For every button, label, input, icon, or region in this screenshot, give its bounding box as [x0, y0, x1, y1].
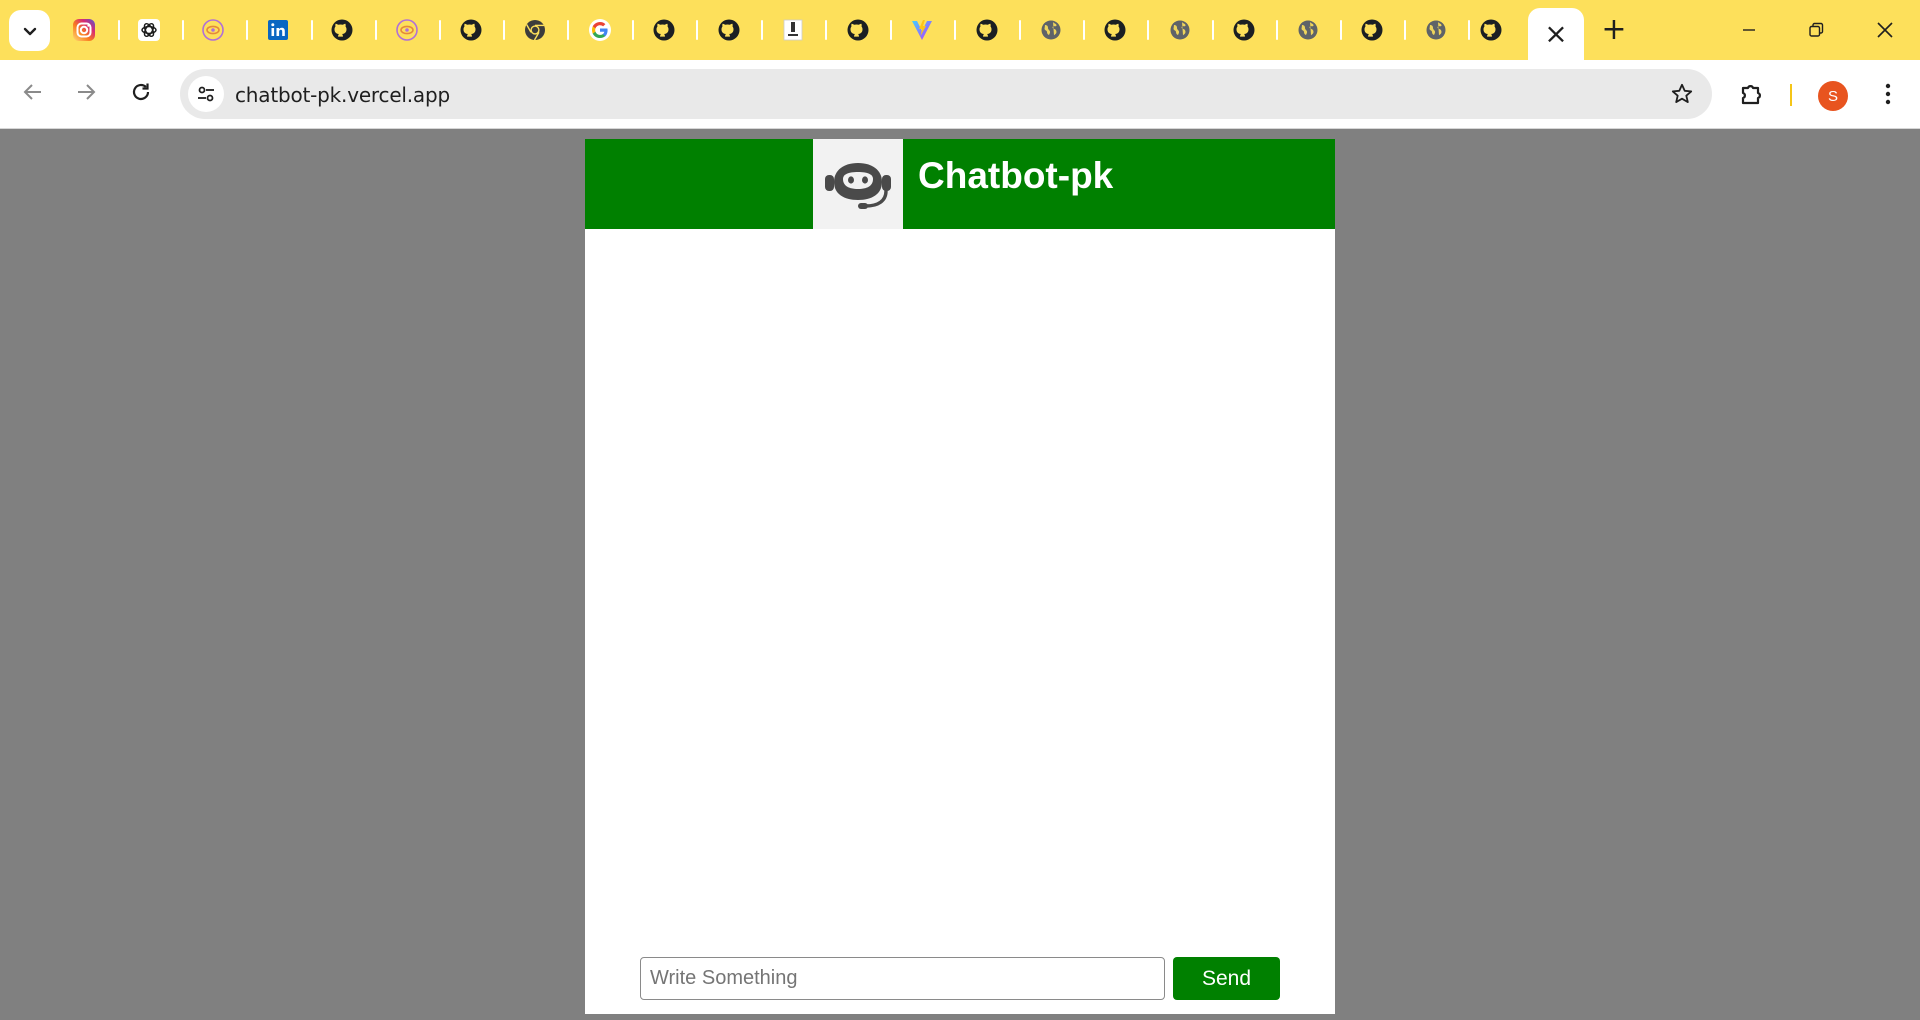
tab-instagram[interactable] — [52, 10, 115, 50]
bot-logo — [813, 139, 903, 229]
robot-headset-icon — [825, 163, 891, 209]
new-tab-button[interactable]: + — [1596, 12, 1632, 48]
tab-github[interactable] — [310, 10, 373, 50]
linkedin-icon — [267, 20, 288, 40]
github-icon — [460, 19, 481, 41]
github-icon — [1233, 19, 1254, 41]
tab-purple-eye[interactable] — [375, 10, 438, 50]
globe-icon — [1426, 20, 1445, 40]
close-window-button[interactable] — [1862, 8, 1908, 52]
tab-document[interactable] — [761, 10, 824, 50]
tab-vite[interactable] — [890, 10, 953, 50]
tab-github[interactable] — [1083, 10, 1146, 50]
globe-icon — [1041, 20, 1060, 40]
tab-active-chatbot[interactable]: × — [1528, 8, 1584, 60]
tab-globe[interactable] — [1148, 10, 1211, 50]
browser-menu-button[interactable] — [1870, 76, 1906, 112]
vite-icon — [911, 20, 932, 40]
back-arrow-icon — [23, 84, 41, 100]
google-icon — [588, 19, 611, 41]
tab-purple-eye[interactable] — [181, 10, 244, 50]
chat-messages-area[interactable] — [585, 229, 1335, 929]
bookmark-button[interactable] — [1666, 78, 1698, 110]
forward-arrow-icon — [78, 84, 96, 100]
github-icon — [653, 19, 674, 41]
kebab-menu-icon — [1885, 83, 1891, 105]
minimize-button[interactable] — [1726, 8, 1772, 52]
tab-github[interactable] — [697, 10, 760, 50]
restore-icon — [1809, 22, 1824, 37]
globe-icon — [1298, 20, 1317, 40]
browser-toolbar: chatbot-pk.vercel.app S — [0, 60, 1920, 129]
document-icon — [783, 19, 802, 41]
reload-button[interactable] — [121, 72, 161, 112]
plus-icon: + — [1601, 12, 1627, 47]
close-icon — [1877, 22, 1893, 38]
chat-header: Chatbot-pk — [585, 139, 1335, 229]
restore-button[interactable] — [1793, 8, 1839, 52]
globe-icon — [1170, 20, 1189, 40]
message-input[interactable] — [640, 957, 1165, 1000]
reload-icon — [132, 83, 150, 101]
url-text[interactable]: chatbot-pk.vercel.app — [235, 83, 450, 107]
tab-globe[interactable] — [1019, 10, 1082, 50]
instagram-icon — [72, 19, 95, 41]
tab-github[interactable] — [826, 10, 889, 50]
send-button[interactable]: Send — [1173, 957, 1280, 1000]
tab-github[interactable] — [439, 10, 502, 50]
purple-eye-icon — [201, 19, 224, 41]
tab-github[interactable] — [1212, 10, 1275, 50]
tab-openai[interactable] — [117, 10, 180, 50]
github-icon — [1480, 19, 1501, 41]
tab-chrome[interactable] — [503, 10, 566, 50]
github-icon — [1104, 19, 1125, 41]
address-bar[interactable]: chatbot-pk.vercel.app — [180, 69, 1712, 119]
profile-avatar[interactable]: S — [1818, 81, 1848, 111]
tab-strip: × + — [0, 0, 1920, 60]
toolbar-divider — [1790, 84, 1792, 106]
github-icon — [718, 19, 739, 41]
puzzle-icon — [1741, 85, 1761, 105]
tab-github[interactable] — [1340, 10, 1403, 50]
chatbot-window: Chatbot-pk Send — [585, 139, 1335, 1014]
tab-github[interactable] — [1459, 10, 1522, 50]
forward-button[interactable] — [66, 72, 106, 112]
github-icon — [331, 19, 352, 41]
tab-search-button[interactable] — [9, 10, 50, 51]
github-icon — [976, 19, 997, 41]
github-icon — [847, 19, 868, 41]
tab-linkedin[interactable] — [246, 10, 309, 50]
chrome-icon — [524, 20, 545, 41]
purple-eye-icon — [395, 19, 418, 41]
close-tab-icon[interactable]: × — [1544, 20, 1567, 48]
chat-title: Chatbot-pk — [918, 155, 1114, 196]
tab-google[interactable] — [568, 10, 631, 50]
chevron-down-icon — [23, 27, 36, 35]
github-icon — [1361, 19, 1382, 41]
tune-icon — [198, 86, 214, 102]
openai-icon — [137, 19, 160, 41]
site-info-button[interactable] — [188, 76, 224, 112]
minimize-icon — [1743, 29, 1755, 31]
tab-github[interactable] — [632, 10, 695, 50]
star-icon — [1671, 83, 1693, 103]
tab-globe[interactable] — [1276, 10, 1339, 50]
tab-github[interactable] — [955, 10, 1018, 50]
extensions-button[interactable] — [1734, 76, 1770, 112]
tab-globe[interactable] — [1404, 10, 1467, 50]
back-button[interactable] — [13, 72, 53, 112]
